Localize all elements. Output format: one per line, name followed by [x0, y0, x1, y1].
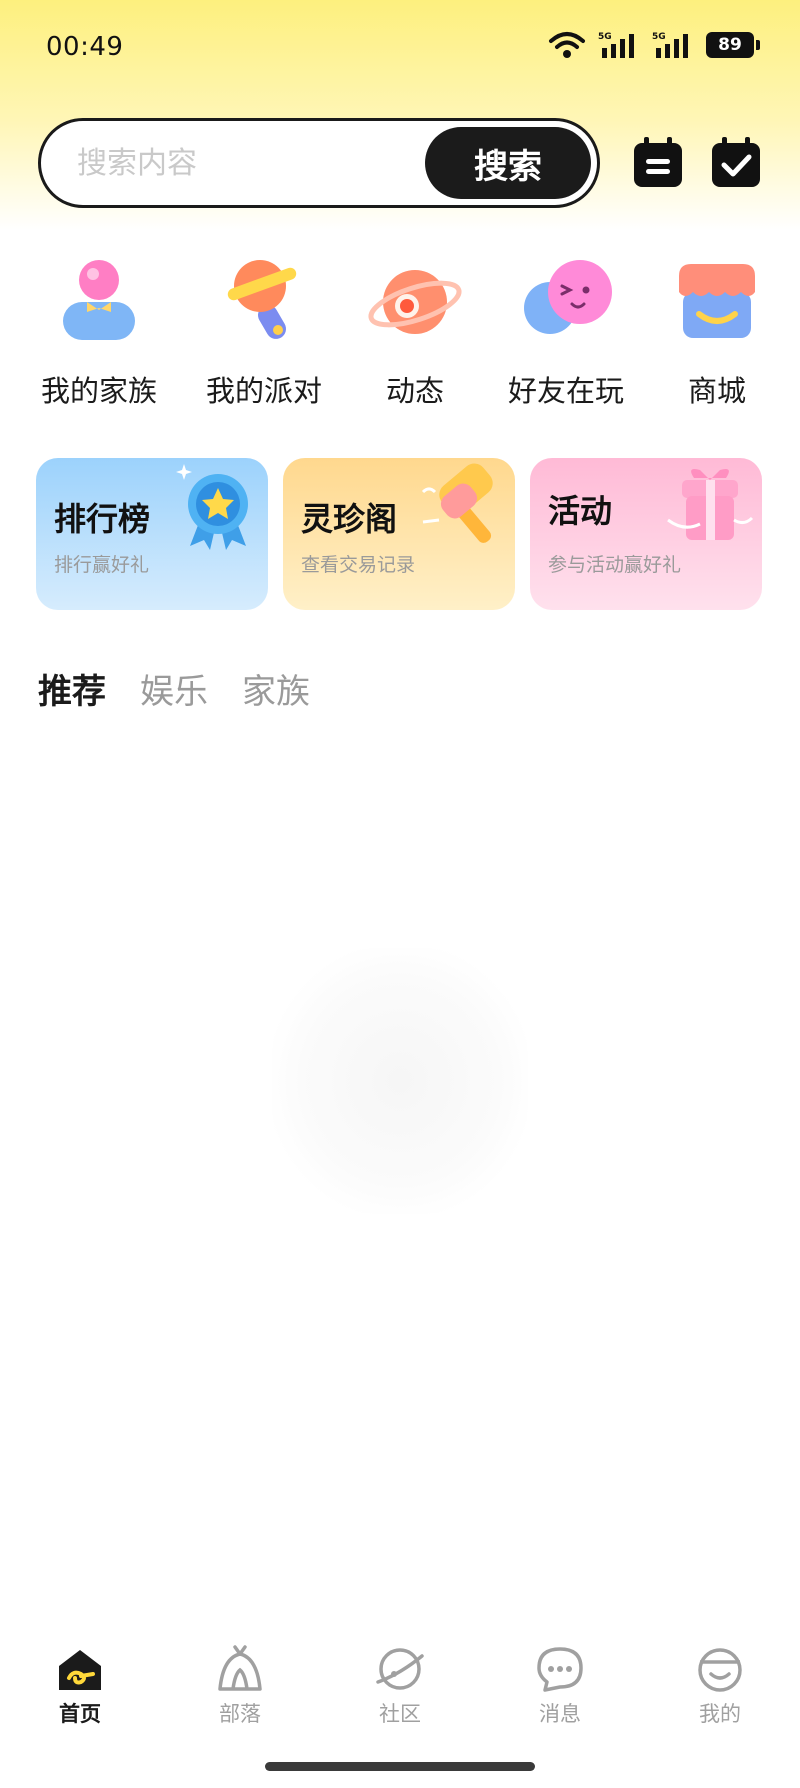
gift-icon: [667, 469, 754, 540]
tab-recommended[interactable]: 推荐: [38, 664, 106, 713]
svg-text:5G: 5G: [598, 32, 612, 42]
quick-entry-label: 好友在玩: [507, 374, 624, 408]
card-activity[interactable]: 活动 参与活动赢好礼: [530, 458, 762, 610]
medal-icon: [176, 464, 248, 550]
quick-entry-label: 我的家族: [40, 374, 157, 408]
nav-label: 消息: [539, 1702, 581, 1726]
status-bar: 00:49 5G 5G 89: [0, 0, 800, 96]
nav-messages[interactable]: 消息: [500, 1644, 620, 1728]
status-time: 00:49: [46, 32, 124, 62]
quick-entry-friends-playing[interactable]: 好友在玩: [491, 252, 641, 410]
status-icons: 5G 5G 89: [548, 30, 760, 60]
quick-entry-moments[interactable]: 动态: [340, 252, 490, 410]
home-indicator[interactable]: [265, 1762, 535, 1771]
nav-label: 我的: [699, 1702, 741, 1726]
nav-profile[interactable]: 我的: [660, 1644, 780, 1728]
card-treasure-pavilion[interactable]: 灵珍阁 查看交易记录: [283, 458, 515, 610]
home-icon: [59, 1650, 101, 1690]
family-icon: [63, 260, 135, 340]
community-planet-icon: [376, 1648, 424, 1690]
card-subtitle: 查看交易记录: [301, 554, 416, 576]
friends-icon: [524, 260, 612, 334]
card-title: 活动: [548, 492, 613, 530]
card-title: 排行榜: [54, 500, 151, 538]
tab-family[interactable]: 家族: [242, 664, 310, 713]
planet-icon: [368, 270, 462, 334]
signal-5g-icon: 5G: [598, 30, 640, 60]
empty-state-illustration: [272, 948, 528, 1214]
menu-icon[interactable]: [630, 135, 686, 191]
quick-entry-my-party[interactable]: 我的派对: [189, 252, 339, 410]
quick-entry-label: 动态: [385, 374, 444, 408]
quick-entry-my-family[interactable]: 我的家族: [24, 252, 174, 410]
tab-entertainment[interactable]: 娱乐: [140, 664, 208, 713]
card-subtitle: 排行赢好礼: [54, 554, 150, 576]
profile-icon: [698, 1648, 742, 1692]
bottom-navigation: 首页 部落 社区 消息 我的: [0, 1644, 800, 1754]
card-title: 灵珍阁: [301, 500, 398, 538]
quick-entry-label: 商城: [687, 374, 746, 408]
hammer-icon: [421, 463, 493, 543]
wifi-icon: [548, 30, 586, 60]
party-microphone-icon: [227, 260, 297, 339]
search-button[interactable]: 搜索: [425, 127, 591, 199]
nav-tribe[interactable]: 部落: [180, 1644, 300, 1728]
nav-label: 社区: [379, 1702, 421, 1726]
shop-icon: [679, 264, 755, 338]
search-input[interactable]: [77, 121, 437, 205]
nav-home[interactable]: 首页: [20, 1644, 140, 1728]
quick-entries: 我的家族 我的派对 动态 好友在玩 商城: [0, 252, 800, 408]
content-tabs: 推荐 娱乐 家族: [38, 664, 310, 713]
quick-entry-shop[interactable]: 商城: [642, 252, 792, 410]
card-subtitle: 参与活动赢好礼: [548, 554, 682, 576]
card-leaderboard[interactable]: 排行榜 排行赢好礼: [36, 458, 268, 610]
search-bar[interactable]: 搜索: [38, 118, 600, 208]
nav-label: 部落: [219, 1702, 261, 1726]
tribe-icon: [218, 1645, 262, 1691]
nav-community[interactable]: 社区: [340, 1644, 460, 1728]
svg-text:5G: 5G: [652, 32, 666, 42]
quick-entry-label: 我的派对: [205, 374, 322, 408]
signal-5g-icon-2: 5G: [652, 30, 694, 60]
battery-indicator: 89: [706, 32, 760, 58]
checkin-calendar-icon[interactable]: [708, 135, 764, 191]
nav-label: 首页: [59, 1702, 101, 1726]
message-icon: [537, 1647, 583, 1692]
